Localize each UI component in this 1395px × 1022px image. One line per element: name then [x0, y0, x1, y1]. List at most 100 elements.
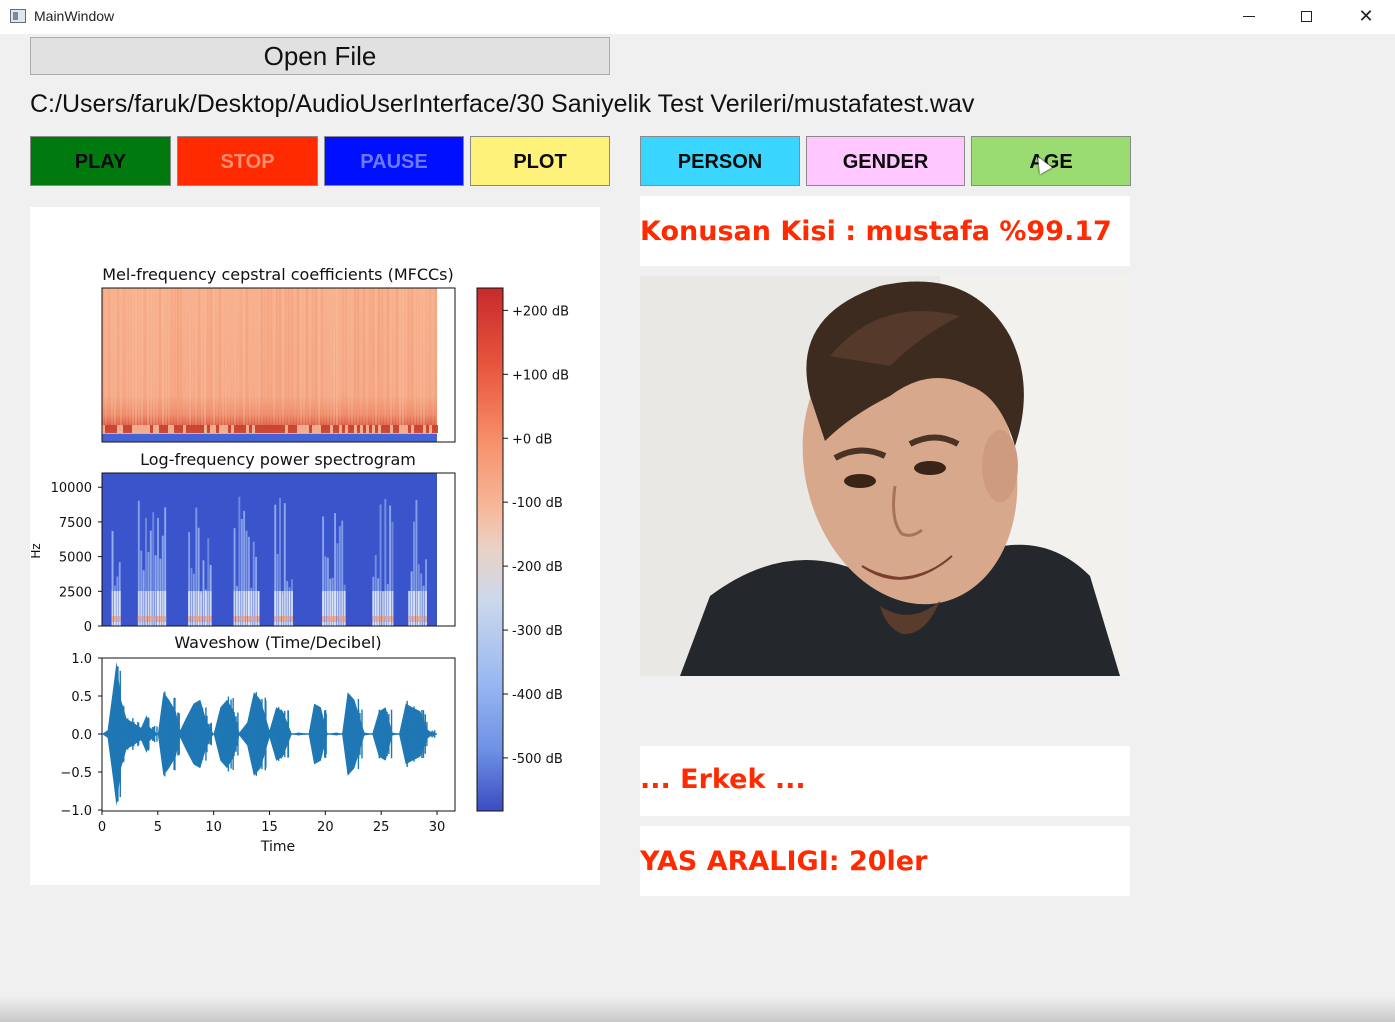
spectrogram-column — [195, 616, 198, 622]
waveform-xtick-label: 0 — [98, 820, 106, 835]
mfcc-cell-column — [168, 425, 171, 433]
close-button[interactable]: ✕ — [1337, 0, 1395, 34]
mfcc-cell-column — [384, 425, 387, 433]
mfcc-cell-column — [291, 425, 294, 433]
mfcc-cell-column — [303, 425, 306, 433]
mfcc-cell-column — [321, 425, 324, 433]
mfcc-heatmap — [102, 288, 438, 442]
mfcc-cell-column — [279, 425, 282, 433]
mfcc-cell-column — [297, 288, 299, 428]
play-button[interactable]: PLAY — [30, 136, 171, 186]
waveform-xtick-label: 30 — [429, 820, 446, 835]
mfcc-cell-column — [351, 288, 353, 428]
mfcc-cell-column — [198, 288, 200, 428]
mfcc-cell-column — [360, 425, 363, 433]
mfcc-cell-column — [399, 288, 401, 428]
spectrogram-column — [425, 616, 427, 622]
mfcc-cell-column — [117, 425, 120, 433]
minimize-button[interactable] — [1220, 0, 1278, 34]
person-button[interactable]: PERSON — [640, 136, 800, 186]
spectrogram-title: Log-frequency power spectrogram — [140, 450, 416, 469]
mfcc-cell-column — [360, 288, 362, 428]
app-icon — [10, 9, 26, 23]
mfcc-cell-column — [372, 425, 375, 433]
mfcc-cell-column — [306, 425, 309, 433]
mfcc-cell-column — [240, 288, 242, 428]
mfcc-cell-column — [414, 288, 416, 428]
pause-button[interactable]: PAUSE — [324, 136, 464, 186]
mfcc-cell-column — [363, 288, 365, 428]
mfcc-cell-column — [213, 425, 216, 433]
age-button[interactable]: AGE — [971, 136, 1131, 186]
mfcc-cell-column — [273, 288, 275, 428]
mfcc-cell-column — [135, 425, 138, 433]
spectrogram-column — [274, 616, 277, 622]
mfcc-cell-column — [108, 425, 111, 433]
mfcc-cell-column — [282, 425, 285, 433]
mfcc-cell-column — [390, 425, 393, 433]
spectrogram-column — [209, 616, 212, 622]
mfcc-cell-column — [246, 288, 248, 428]
mfcc-cell-column — [123, 288, 125, 428]
age-result-box: YAS ARALIGI: 20ler — [640, 826, 1130, 896]
mfcc-cell-column — [192, 425, 195, 433]
mfcc-cell-column — [153, 425, 156, 433]
mfcc-cell-column — [237, 288, 239, 428]
colorbar-tick-label: -400 dB — [512, 688, 563, 703]
open-file-button[interactable]: Open File — [30, 37, 610, 75]
spectrogram-column — [145, 616, 147, 622]
mfcc-cell-column — [357, 425, 360, 433]
colorbar-tick-label: -100 dB — [512, 496, 563, 511]
mfcc-cell-column — [192, 288, 194, 428]
waveform-xlabel: Time — [260, 839, 295, 855]
mfcc-cell-column — [126, 288, 128, 428]
plot-button[interactable]: PLOT — [470, 136, 610, 186]
spectrogram-ytick-label: 10000 — [51, 481, 92, 496]
mfcc-cell-column — [171, 288, 173, 428]
mfcc-cell-column — [105, 425, 108, 433]
mfcc-cell-column — [111, 425, 114, 433]
mfcc-cell-column — [366, 425, 369, 433]
waveform-xtick-label: 5 — [154, 820, 162, 835]
spectrogram-column — [331, 616, 334, 622]
spectrogram-column — [149, 616, 152, 622]
colorbar — [476, 287, 504, 812]
spectrogram-column — [288, 616, 291, 622]
mfcc-cell-column — [333, 425, 336, 433]
mfcc-cell-column — [141, 425, 144, 433]
mfcc-cell-column — [243, 425, 246, 433]
mfcc-cell-column — [435, 425, 438, 433]
close-icon: ✕ — [1358, 6, 1374, 27]
mfcc-cell-column — [207, 425, 210, 433]
mfcc-cell-column — [105, 288, 107, 428]
spectrogram-column — [379, 616, 382, 622]
mfcc-cell-column — [381, 288, 383, 428]
mfcc-cell-column — [291, 288, 293, 428]
spectrogram-column — [343, 616, 346, 622]
mfcc-cell-column — [348, 288, 350, 428]
spectrogram-column — [389, 616, 392, 622]
mfcc-cell-column — [189, 425, 192, 433]
spectrogram-column — [250, 616, 253, 622]
stop-button[interactable]: STOP — [177, 136, 318, 186]
mfcc-cell-column — [213, 288, 215, 428]
mfcc-cell-column — [258, 288, 260, 428]
mfcc-cell-column — [312, 288, 314, 428]
spectrogram-column — [381, 616, 384, 622]
spectrogram-column — [111, 616, 114, 622]
waveform-title: Waveshow (Time/Decibel) — [174, 633, 381, 652]
mfcc-cell-column — [399, 425, 402, 433]
spectrogram-column — [207, 616, 210, 622]
spectrogram-ylabel: Hz — [30, 543, 43, 558]
mfcc-cell-column — [174, 288, 176, 428]
maximize-button[interactable] — [1278, 0, 1336, 34]
gender-button[interactable]: GENDER — [806, 136, 965, 186]
mfcc-cell-column — [150, 288, 152, 428]
spectrogram-column — [372, 616, 375, 622]
mfcc-cell-column — [408, 425, 411, 433]
spectrogram-column — [238, 616, 241, 622]
mfcc-cell-column — [183, 425, 186, 433]
mfcc-cell-column — [222, 288, 224, 428]
mfcc-cell-column — [270, 288, 272, 428]
spectrogram-column — [341, 616, 344, 622]
